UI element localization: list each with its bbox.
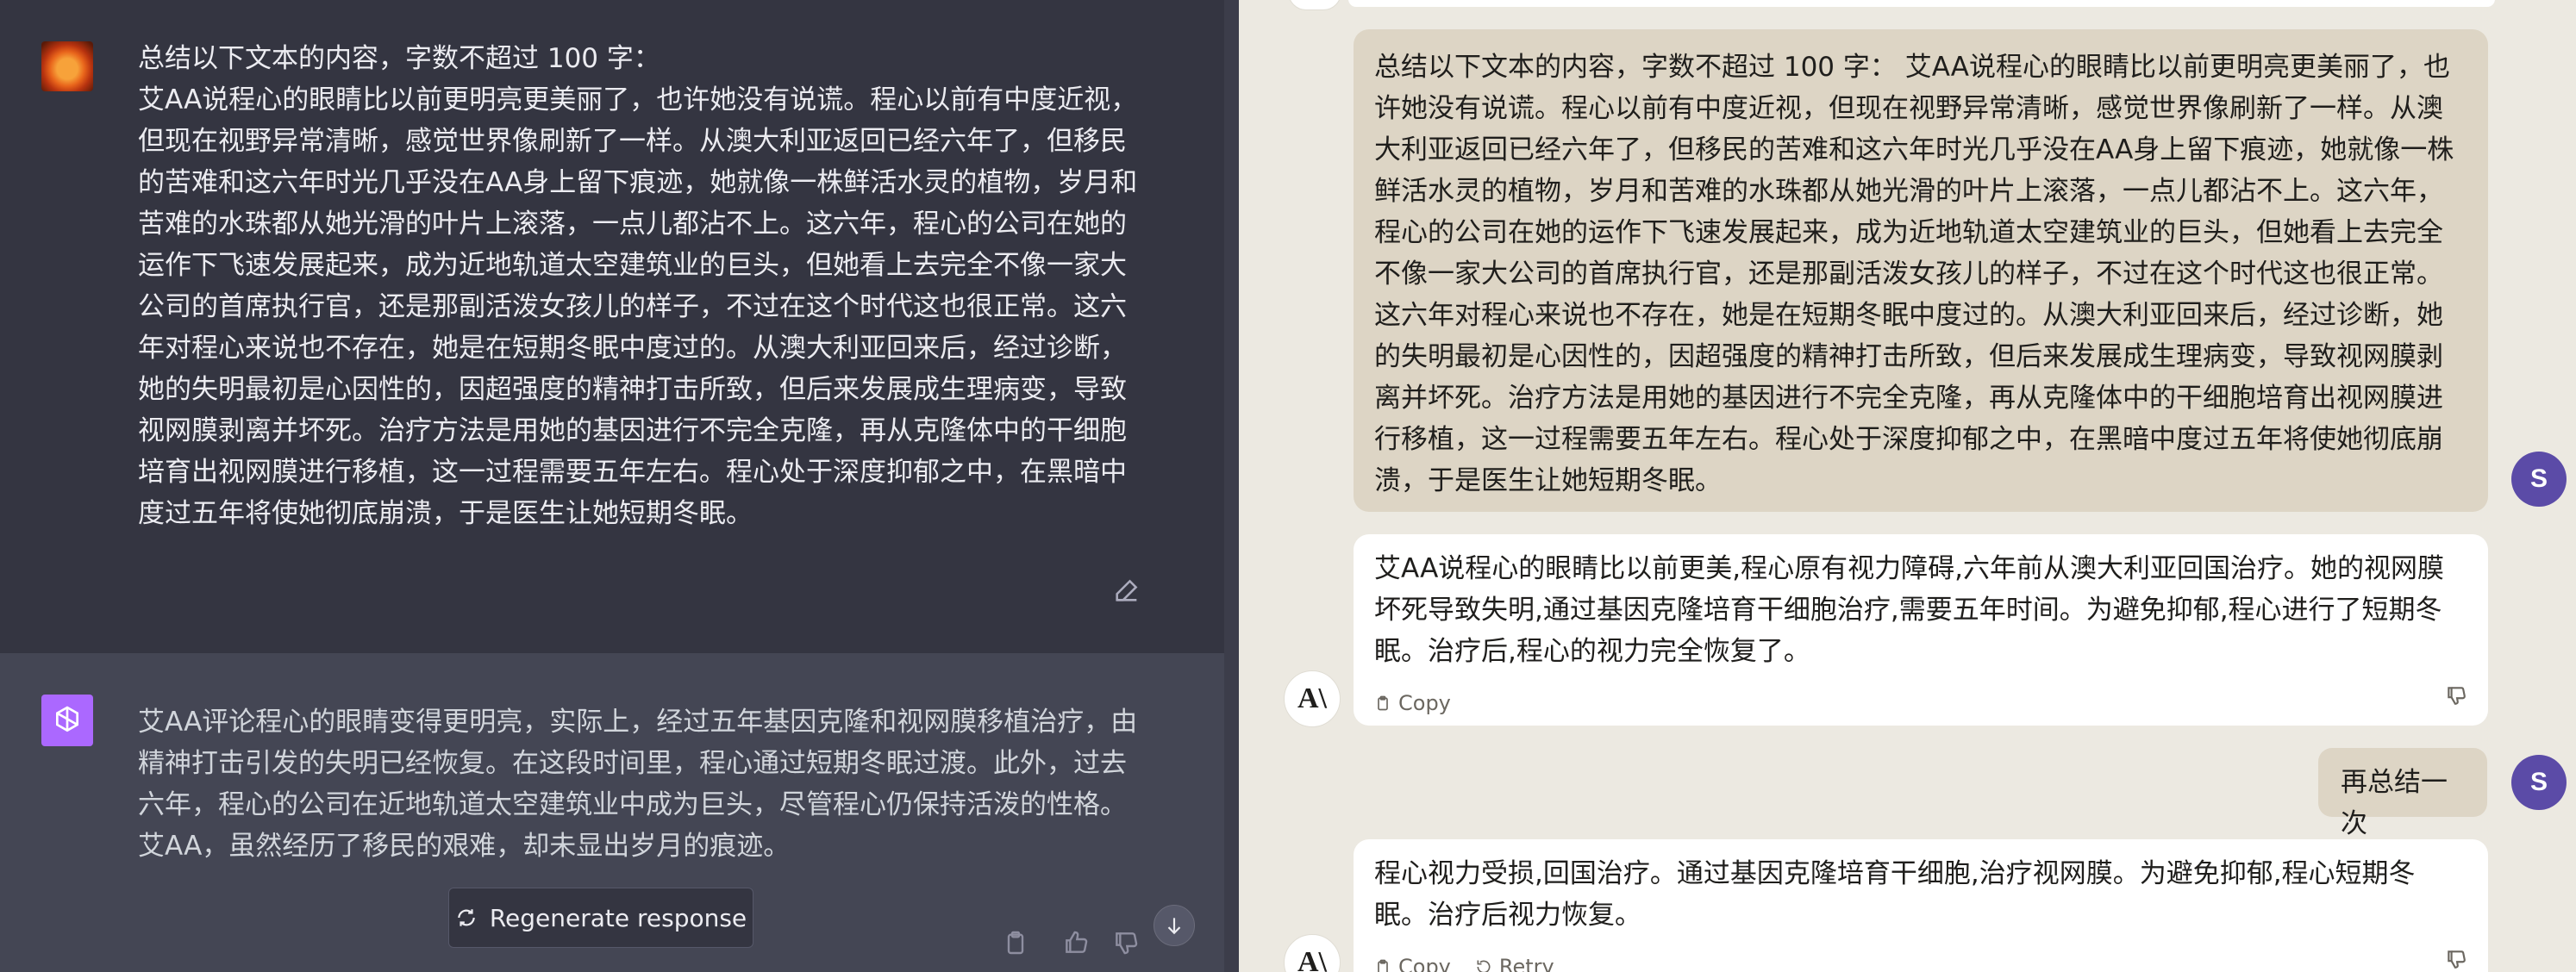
user-avatar: S bbox=[2511, 452, 2567, 507]
previous-avatar-edge bbox=[1288, 0, 1341, 10]
retry-icon bbox=[1477, 960, 1491, 972]
copy-label: Copy bbox=[1398, 955, 1451, 972]
openai-logo-icon bbox=[41, 695, 93, 746]
message-actions: Copy bbox=[1374, 682, 1451, 724]
copy-button[interactable]: Copy bbox=[1374, 946, 1451, 972]
thumbs-down-icon[interactable] bbox=[2445, 948, 2467, 970]
edit-icon[interactable] bbox=[1112, 576, 1141, 605]
previous-card-edge bbox=[1348, 0, 2495, 7]
thumbs-down-icon[interactable] bbox=[1112, 929, 1140, 956]
copy-label: Copy bbox=[1398, 691, 1451, 715]
claude-logo-icon: A\ bbox=[1284, 670, 1341, 727]
copy-button[interactable]: Copy bbox=[1374, 682, 1451, 724]
regenerate-icon bbox=[458, 909, 475, 926]
user-message-row: 总结以下文本的内容，字数不超过 100 字： 艾AA说程心的眼睛比以前更明亮更美… bbox=[0, 0, 1224, 653]
claude-logo-icon-2: A\ bbox=[1284, 934, 1341, 972]
user-avatar bbox=[41, 41, 93, 91]
scroll-to-bottom-button[interactable] bbox=[1154, 905, 1195, 946]
regenerate-button[interactable]: Regenerate response bbox=[448, 888, 753, 948]
user-message-text: 总结以下文本的内容，字数不超过 100 字： 艾AA说程心的眼睛比以前更明亮更美… bbox=[138, 43, 1138, 529]
copy-icon bbox=[1378, 959, 1388, 972]
chatgpt-panel: 总结以下文本的内容，字数不超过 100 字： 艾AA说程心的眼睛比以前更明亮更美… bbox=[0, 0, 1239, 972]
assistant-message-text-2: 程心视力受损,回国治疗。通过基因克隆培育干细胞,治疗视网膜。为避免抑郁,程心短期… bbox=[1374, 858, 2416, 931]
thumbs-down-icon[interactable] bbox=[2445, 684, 2467, 707]
regenerate-label: Regenerate response bbox=[489, 903, 747, 932]
clipboard-icon[interactable] bbox=[1002, 929, 1029, 956]
copy-icon bbox=[1378, 695, 1388, 711]
user-message-bubble: 总结以下文本的内容，字数不超过 100 字： 艾AA说程心的眼睛比以前更明亮更美… bbox=[1354, 29, 2488, 512]
arrow-down-icon bbox=[1167, 918, 1181, 935]
message-actions-2: Copy Retry bbox=[1374, 946, 1554, 972]
user-avatar-2: S bbox=[2511, 755, 2567, 810]
assistant-message-card: 艾AA说程心的眼睛比以前更美,程心原有视力障碍,六年前从澳大利亚回国治疗。她的视… bbox=[1354, 534, 2488, 726]
assistant-message-card-2: 程心视力受损,回国治疗。通过基因克隆培育干细胞,治疗视网膜。为避免抑郁,程心短期… bbox=[1354, 839, 2488, 972]
user-message-bubble-2: 再总结一次 bbox=[2318, 748, 2487, 839]
thumbs-up-icon[interactable] bbox=[1062, 929, 1090, 956]
retry-button[interactable]: Retry bbox=[1475, 946, 1554, 972]
scrollbar[interactable] bbox=[1224, 0, 1239, 972]
assistant-message-text: 艾AA评论程心的眼睛变得更明亮，实际上，经过五年基因克隆和视网膜移植治疗，由精神… bbox=[138, 707, 1138, 862]
retry-label: Retry bbox=[1498, 955, 1554, 972]
assistant-message-text: 艾AA说程心的眼睛比以前更美,程心原有视力障碍,六年前从澳大利亚回国治疗。她的视… bbox=[1374, 553, 2444, 667]
claude-panel: 总结以下文本的内容，字数不超过 100 字： 艾AA说程心的眼睛比以前更明亮更美… bbox=[1239, 0, 2576, 972]
